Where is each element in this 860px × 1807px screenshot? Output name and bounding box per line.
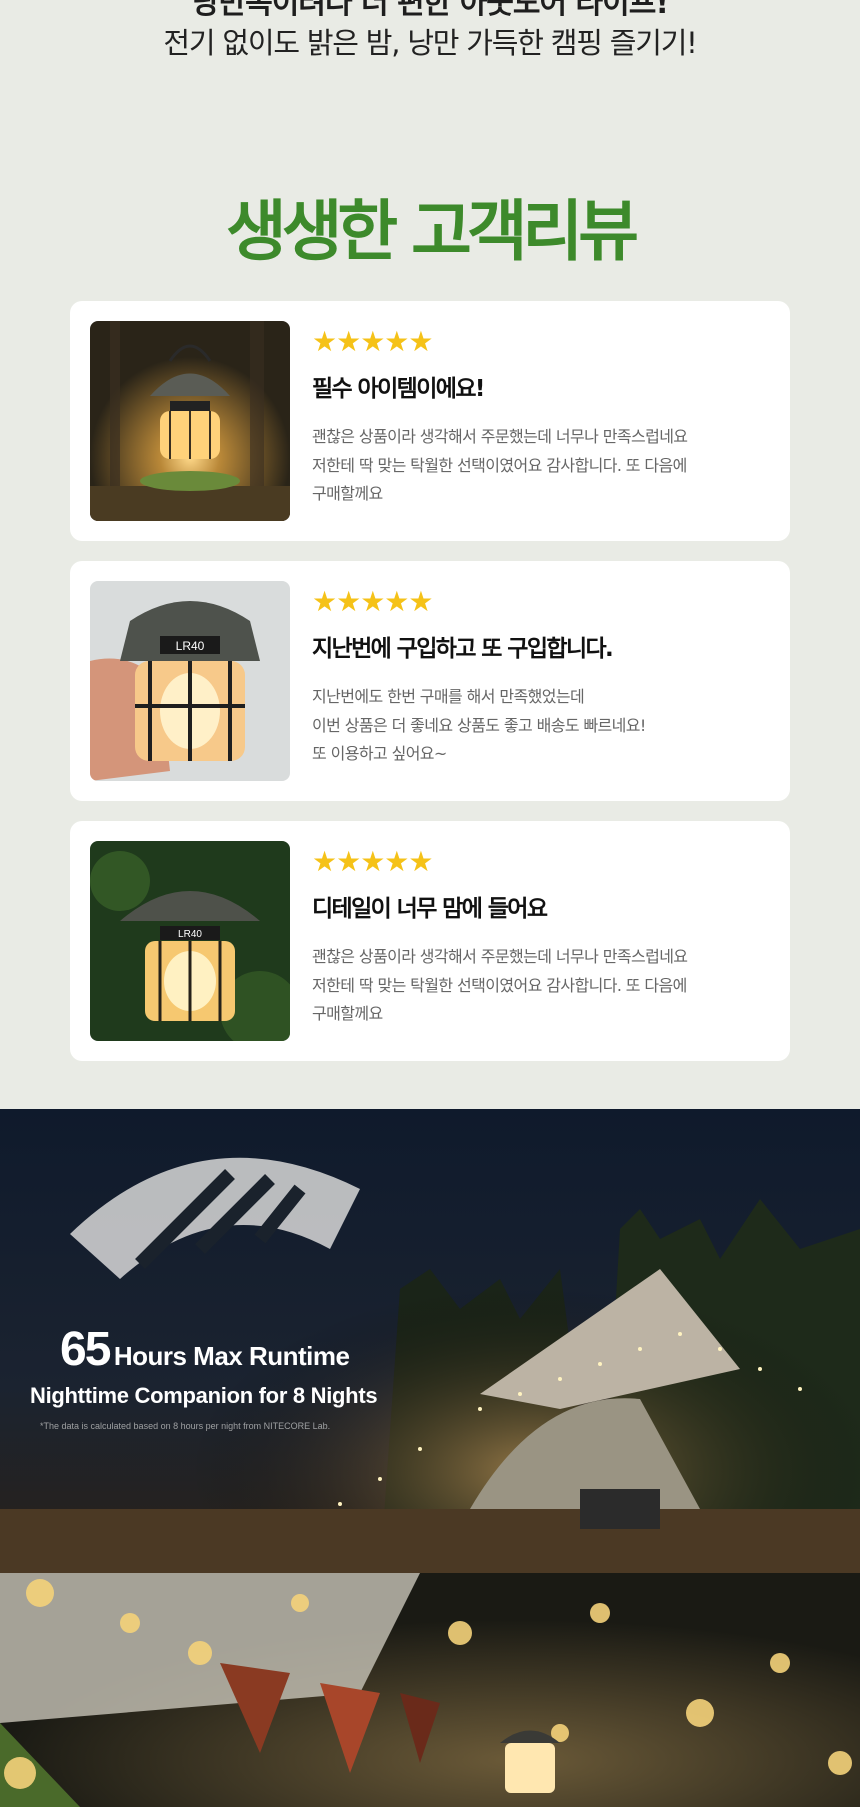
- model-label: LR40: [178, 929, 202, 940]
- runtime-subline: Nighttime Companion for 8 Nights: [30, 1383, 378, 1408]
- review-body-line: 이번 상품은 더 좋네요 상품도 좋고 배송도 빠르네요!: [312, 715, 646, 735]
- review-card: ★★★★★ 필수 아이템이에요! 괜찮은 상품이라 생각해서 주문했는데 너무나…: [70, 301, 790, 541]
- cut-off-headline: 낭만속이려다 더 편한 아웃도어 라이프!: [191, 0, 669, 21]
- review-body-line: 지난번에도 한번 구매를 해서 만족했었는데: [312, 687, 585, 706]
- review-title: 필수 아이템이에요!: [312, 376, 485, 402]
- review-title: 디테일이 너무 맘에 들어요: [312, 896, 548, 922]
- star-rating: ★★★★★: [312, 325, 434, 358]
- reviews-section-title: 생생한 고객리뷰: [225, 193, 639, 270]
- review-body-line: 또 이용하고 싶어요~: [312, 744, 447, 763]
- runtime-banner: 65 Hours Max Runtime Nighttime Companion…: [0, 1109, 860, 1573]
- runtime-hours-number: 65: [60, 1323, 111, 1376]
- runtime-headline-text: Hours Max Runtime: [113, 1341, 350, 1371]
- runtime-headline: 65 Hours Max Runtime: [60, 1322, 350, 1377]
- model-label: LR40: [176, 639, 205, 653]
- runtime-footnote: *The data is calculated based on 8 hours…: [40, 1421, 331, 1431]
- star-rating: ★★★★★: [312, 585, 434, 618]
- review-body-line: 구매할께요: [312, 484, 383, 503]
- review-body: 괜찮은 상품이라 생각해서 주문했는데 너무나 만족스럽네요 저한테 딱 맞는 …: [312, 423, 772, 509]
- review-title: 지난번에 구입하고 또 구입합니다.: [312, 636, 614, 662]
- review-body: 괜찮은 상품이라 생각해서 주문했는데 너무나 만족스럽네요 저한테 딱 맞는 …: [312, 943, 772, 1029]
- review-card: LR40 ★★★★★ 지난번에 구입하고 또 구입합니다. 지난번에도 한번 구…: [70, 561, 790, 801]
- review-body: 지난번에도 한번 구매를 해서 만족했었는데 이번 상품은 더 좋네요 상품도 …: [312, 683, 772, 769]
- review-photo-green-lantern: LR40: [90, 841, 290, 1041]
- review-body-line: 괜찮은 상품이라 생각해서 주문했는데 너무나 만족스럽네요: [312, 427, 688, 446]
- review-body-line: 괜찮은 상품이라 생각해서 주문했는데 너무나 만족스럽네요: [312, 947, 688, 966]
- review-photo-hand-lantern: LR40: [90, 581, 290, 781]
- review-card: LR40 ★★★★★ 디테일이 너무 맘에 들어요 괜찮은 상품이라 생각해서 …: [70, 821, 790, 1061]
- review-body-line: 구매할께요: [312, 1004, 383, 1023]
- review-body-line: 저한테 딱 맞는 탁월한 선택이였어요 감사합니다. 또 다음에: [312, 975, 687, 995]
- section-subtitle: 전기 없이도 밝은 밤, 낭만 가득한 캠핑 즐기기!: [163, 26, 697, 60]
- star-rating: ★★★★★: [312, 845, 434, 878]
- bokeh-lantern-photo: [0, 1573, 860, 1807]
- review-photo-forest-lantern: [90, 321, 290, 521]
- review-body-line: 저한테 딱 맞는 탁월한 선택이였어요 감사합니다. 또 다음에: [312, 455, 687, 475]
